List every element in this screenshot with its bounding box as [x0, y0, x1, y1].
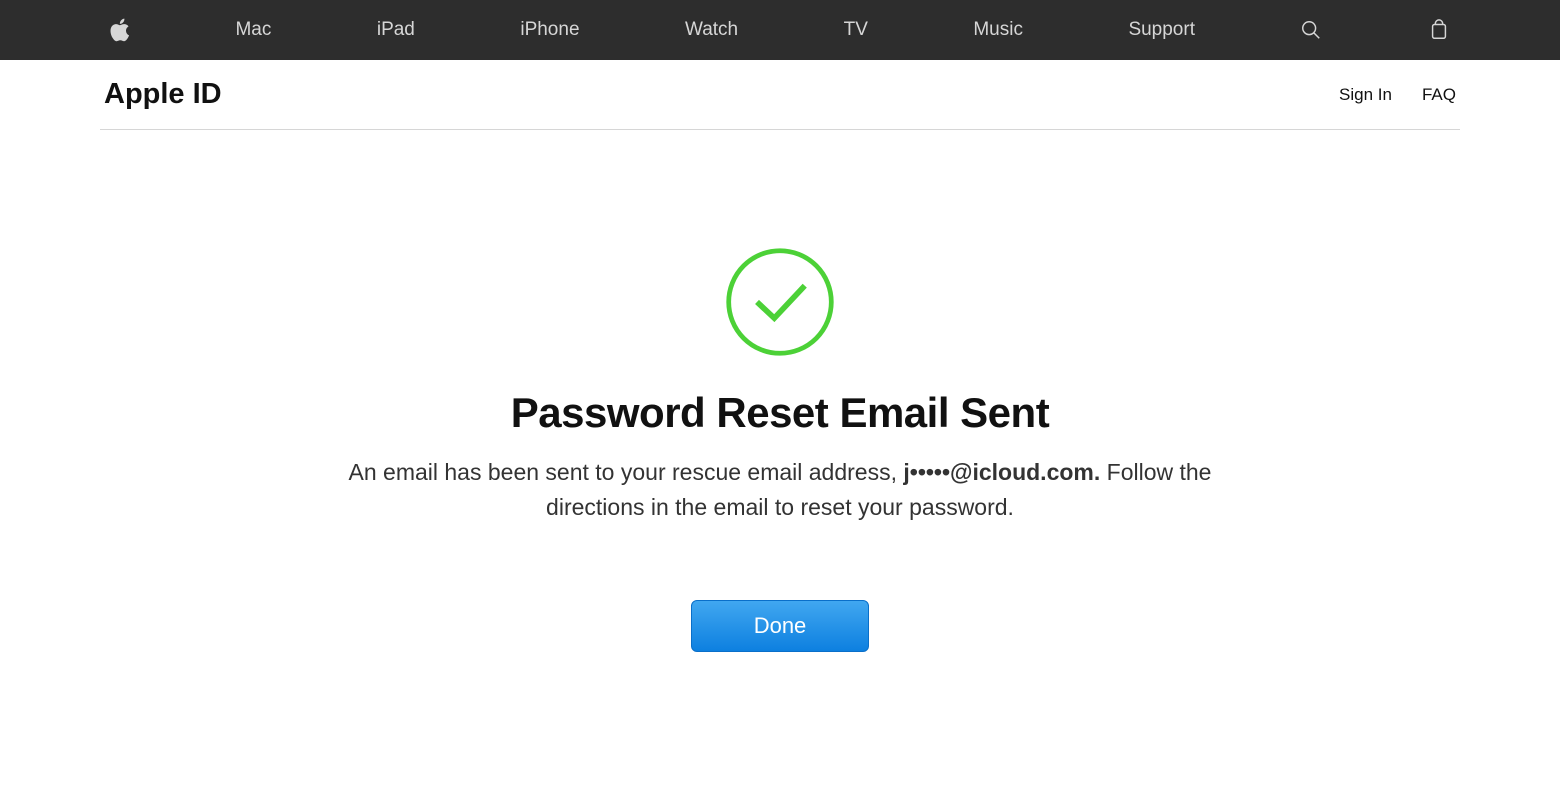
bag-icon[interactable]	[1428, 19, 1450, 41]
search-icon[interactable]	[1300, 19, 1322, 41]
page-title: Apple ID	[104, 78, 222, 111]
masked-email: j•••••@icloud.com.	[903, 459, 1100, 485]
nav-item-iphone[interactable]: iPhone	[520, 19, 579, 41]
headline: Password Reset Email Sent	[0, 389, 1560, 437]
nav-item-ipad[interactable]: iPad	[377, 19, 415, 41]
nav-item-watch[interactable]: Watch	[685, 19, 738, 41]
done-button[interactable]: Done	[691, 600, 870, 652]
description-prefix: An email has been sent to your rescue em…	[349, 459, 904, 485]
global-nav: Mac iPad iPhone Watch TV Music Support	[0, 0, 1560, 60]
main-content: Password Reset Email Sent An email has b…	[0, 130, 1560, 652]
apple-logo-icon[interactable]	[110, 18, 130, 42]
local-nav: Apple ID Sign In FAQ	[100, 60, 1460, 130]
description: An email has been sent to your rescue em…	[340, 455, 1220, 524]
nav-item-mac[interactable]: Mac	[235, 19, 271, 41]
nav-item-music[interactable]: Music	[973, 19, 1023, 41]
sign-in-link[interactable]: Sign In	[1339, 85, 1392, 105]
nav-item-tv[interactable]: TV	[844, 19, 868, 41]
success-check-icon	[723, 245, 837, 359]
faq-link[interactable]: FAQ	[1422, 85, 1456, 105]
nav-item-support[interactable]: Support	[1128, 19, 1195, 41]
